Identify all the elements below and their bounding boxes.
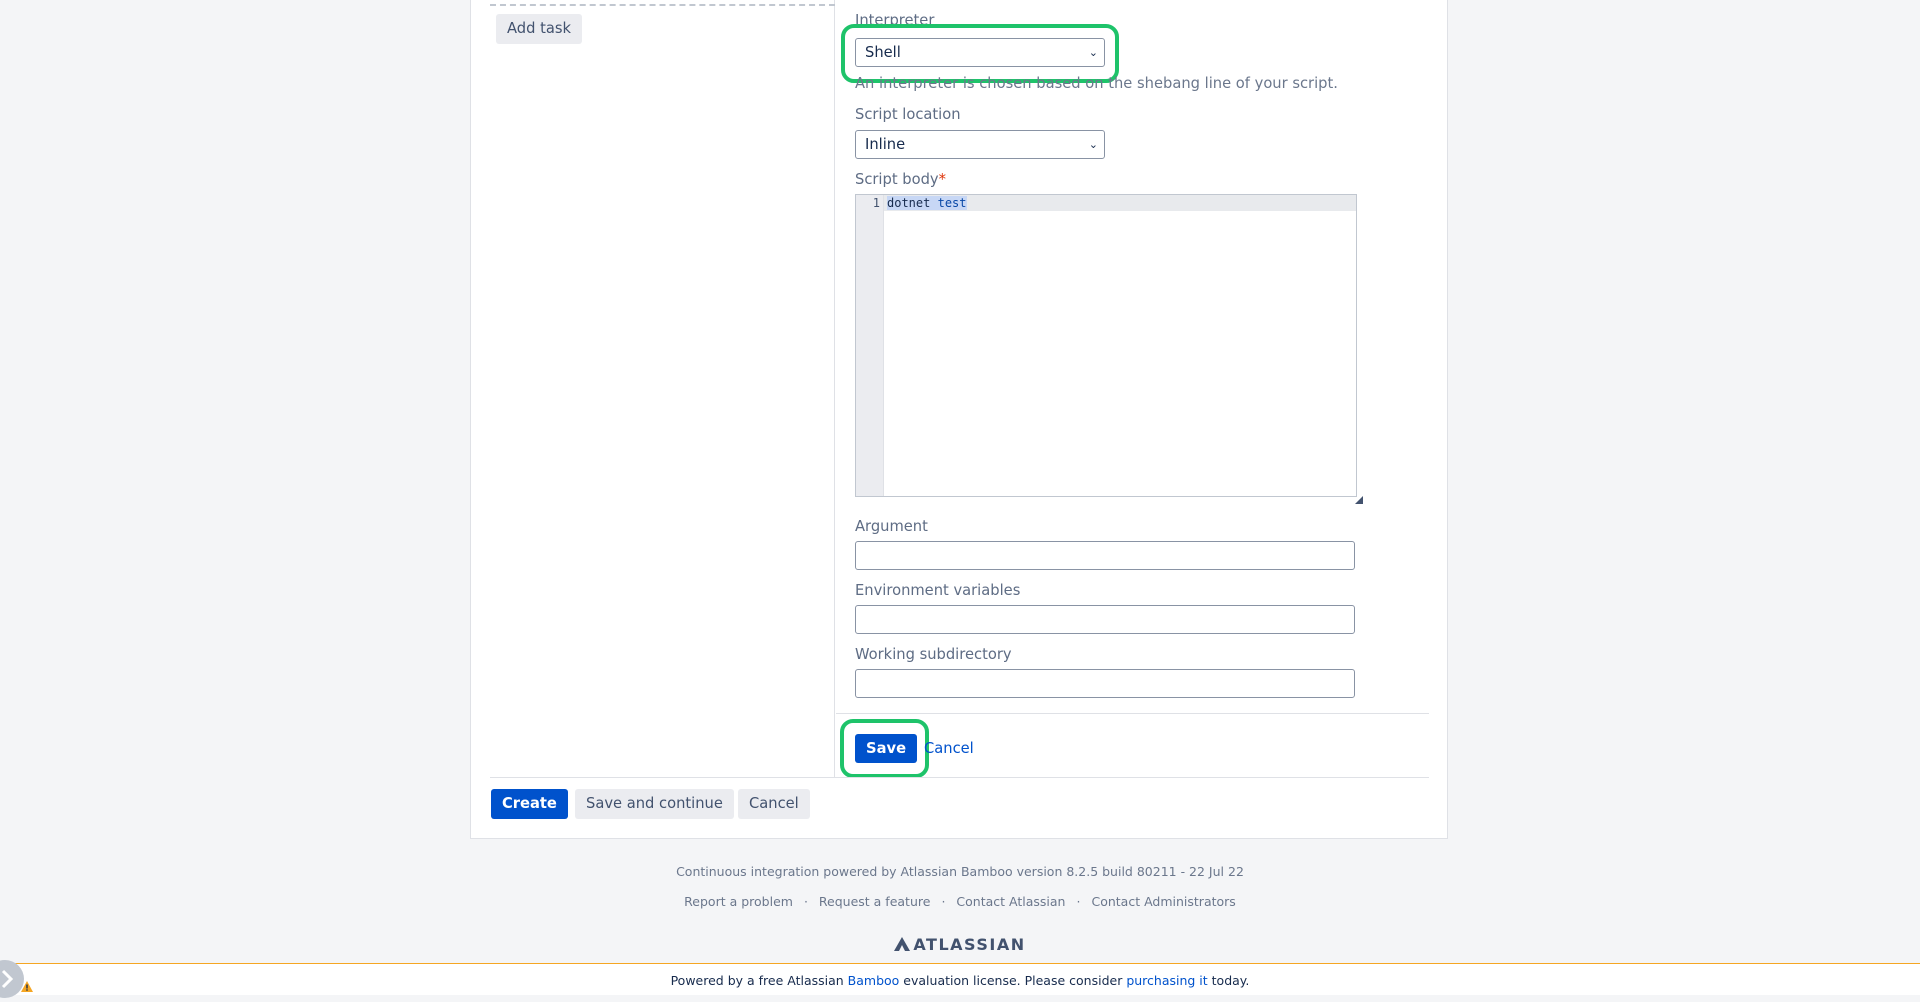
bottom-cancel-button[interactable]: Cancel [738,789,810,819]
required-marker: * [938,171,946,188]
task-cancel-link[interactable]: Cancel [924,740,974,757]
code-line[interactable]: dotnet test [887,196,967,210]
create-button[interactable]: Create [491,789,568,819]
editor-gutter [856,195,884,496]
sidebar-toggle-button[interactable] [0,960,24,998]
license-prefix: Powered by a free Atlassian [670,973,848,988]
environment-variables-input[interactable] [855,605,1355,634]
purchasing-link[interactable]: purchasing it [1126,973,1207,988]
atlassian-wordmark: ATLASSIAN [913,935,1026,954]
actions-divider [490,777,1429,778]
bamboo-link[interactable]: Bamboo [848,973,900,988]
script-location-selected-value: Inline [865,136,906,153]
powered-by-text: Continuous integration powered by Atlass… [676,864,1244,879]
interpreter-help-text: An interpreter is chosen based on the sh… [855,75,1338,92]
script-body-label: Script body* [855,171,946,188]
working-subdirectory-label: Working subdirectory [855,646,1012,663]
license-bar: Powered by a free Atlassian Bamboo evalu… [0,963,1920,995]
line-number: 1 [872,196,880,210]
contact-administrators-link[interactable]: Contact Administrators [1091,894,1235,909]
add-task-button[interactable]: Add task [496,14,583,44]
chevron-right-icon [1,969,14,989]
save-and-continue-button[interactable]: Save and continue [575,789,734,819]
task-list-divider [490,4,835,6]
argument-input[interactable] [855,541,1355,570]
request-feature-link[interactable]: Request a feature [819,894,931,909]
report-problem-link[interactable]: Report a problem [684,894,793,909]
footer-separator: · [1076,894,1081,909]
chevron-down-icon: ⌄ [1088,138,1098,151]
contact-atlassian-link[interactable]: Contact Atlassian [956,894,1065,909]
save-highlight [840,719,929,778]
task-list-column [490,0,835,778]
atlassian-logo-icon [894,937,911,951]
environment-variables-label: Environment variables [855,582,1021,599]
script-body-editor[interactable]: 1 dotnet test [855,194,1357,497]
warning-icon [21,981,33,992]
resize-handle-icon[interactable] [1355,496,1363,504]
code-command: dotnet [887,196,931,210]
script-body-label-text: Script body [855,171,939,188]
script-location-label: Script location [855,106,961,123]
footer-separator: · [803,894,808,909]
atlassian-brand: ATLASSIAN [0,935,1920,954]
license-text: Powered by a free Atlassian Bamboo evalu… [0,973,1920,988]
working-subdirectory-input[interactable] [855,669,1355,698]
script-location-select[interactable]: Inline ⌄ [855,130,1105,159]
footer-links: Report a problem · Request a feature · Conta… [0,894,1920,909]
footer-separator: · [941,894,946,909]
license-suffix: today. [1207,973,1250,988]
form-divider [836,713,1429,714]
code-argument: test [937,196,967,210]
argument-label: Argument [855,518,928,535]
license-middle: evaluation license. Please consider [899,973,1127,988]
